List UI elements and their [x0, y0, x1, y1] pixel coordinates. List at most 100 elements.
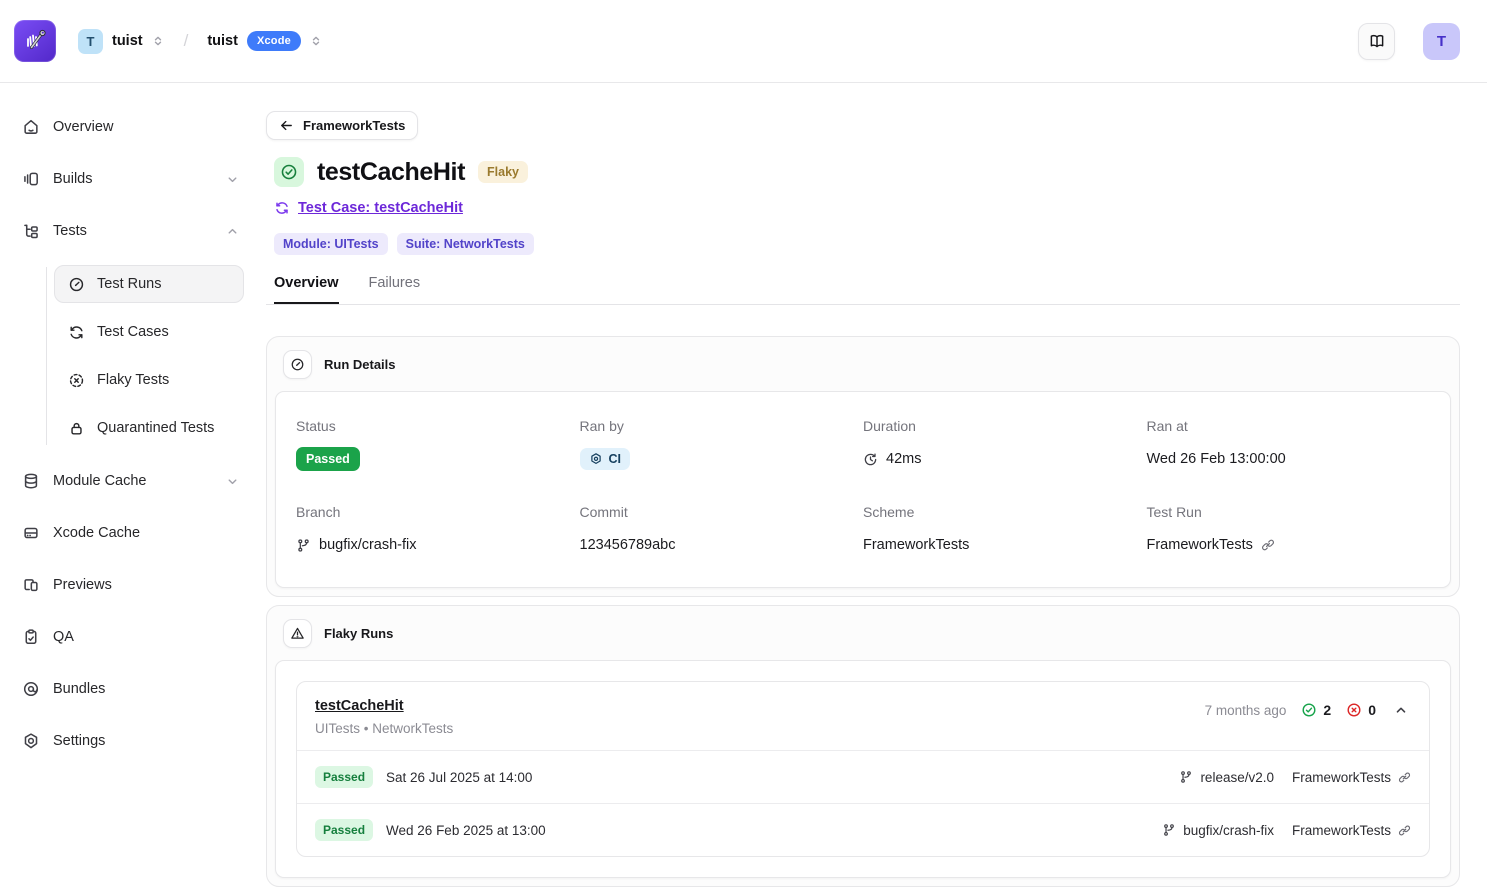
git-branch-icon [1162, 823, 1176, 837]
sidebar-item-qa[interactable]: QA [22, 619, 244, 655]
sidebar-item-label: Tests [53, 223, 87, 239]
failed-count: 0 [1346, 702, 1376, 718]
sidebar-item-flaky-tests[interactable]: Flaky Tests [54, 361, 244, 399]
chevron-down-icon [225, 474, 244, 489]
title-row: testCacheHit Flaky [266, 157, 1460, 187]
main-content: FrameworkTests testCacheHit Flaky Test C… [258, 83, 1487, 862]
sidebar-item-label: Overview [53, 119, 113, 135]
ran-by-badge: CI [580, 448, 631, 470]
sidebar-item-xcode-cache[interactable]: Xcode Cache [22, 515, 244, 551]
status-badge: Passed [315, 766, 373, 788]
time-ago: 7 months ago [1205, 703, 1287, 718]
book-icon [1368, 32, 1386, 50]
link-icon [1261, 538, 1275, 552]
docs-button[interactable] [1358, 23, 1395, 60]
collapse-chevron-icon[interactable] [1391, 700, 1411, 720]
sidebar-item-test-cases[interactable]: Test Cases [54, 313, 244, 351]
user-avatar[interactable]: T [1423, 23, 1460, 60]
bundle-icon [22, 680, 40, 698]
database-icon [22, 472, 40, 490]
sidebar-item-label: Builds [53, 171, 93, 187]
project-name[interactable]: tuist [207, 33, 238, 49]
arrow-left-icon [279, 118, 294, 133]
sidebar-item-test-runs[interactable]: Test Runs [54, 265, 244, 303]
warning-icon [283, 619, 312, 648]
clipboard-icon [22, 628, 40, 646]
flaky-badge: Flaky [478, 161, 528, 183]
account-selector-icon[interactable] [151, 34, 165, 48]
project-selector-icon[interactable] [309, 34, 323, 48]
check-circle-icon [1301, 702, 1317, 718]
meta-badges: Module: UITests Suite: NetworkTests [266, 233, 1460, 255]
sidebar-item-previews[interactable]: Previews [22, 567, 244, 603]
field-branch: Branch bugfix/crash-fix [296, 504, 580, 557]
tab-overview[interactable]: Overview [274, 275, 339, 304]
status-badge: Passed [315, 819, 373, 841]
chevron-down-icon [225, 172, 244, 187]
sidebar-item-label: Test Cases [97, 324, 169, 340]
sidebar-item-label: Test Runs [97, 276, 161, 292]
sidebar-item-settings[interactable]: Settings [22, 723, 244, 759]
module-badge: Module: UITests [274, 233, 388, 255]
flaky-group-title[interactable]: testCacheHit [315, 698, 453, 714]
run-details-icon [283, 350, 312, 379]
drive-icon [22, 524, 40, 542]
field-ran-at: Ran at Wed 26 Feb 13:00:00 [1147, 418, 1431, 471]
sidebar-item-label: Settings [53, 733, 105, 749]
tab-failures[interactable]: Failures [369, 275, 421, 304]
sidebar-item-builds[interactable]: Builds [22, 161, 244, 197]
flaky-run-row[interactable]: Passed Wed 26 Feb 2025 at 13:00 bugfix/c… [297, 803, 1429, 856]
tests-subgroup: Test Runs Test Cases Flaky Tests [38, 265, 244, 447]
flaky-runs-section: Flaky Runs testCacheHit UITests • Networ… [266, 605, 1460, 887]
account-chip[interactable]: T [78, 29, 103, 54]
builds-icon [22, 170, 40, 188]
field-duration: Duration 42ms [863, 418, 1147, 471]
test-case-icon [274, 200, 290, 216]
field-status: Status Passed [296, 418, 580, 471]
page-title: testCacheHit [317, 158, 465, 187]
run-date: Sat 26 Jul 2025 at 14:00 [386, 770, 532, 785]
sidebar-item-quarantined-tests[interactable]: Quarantined Tests [54, 409, 244, 447]
back-button-label: FrameworkTests [303, 118, 405, 133]
sidebar-item-label: Bundles [53, 681, 105, 697]
sidebar-item-tests[interactable]: Tests [22, 213, 244, 249]
git-branch-icon [1179, 770, 1193, 784]
sidebar-item-label: Xcode Cache [53, 525, 140, 541]
flaky-group-subtitle: UITests • NetworkTests [315, 721, 453, 736]
sidebar-item-label: Quarantined Tests [97, 420, 214, 436]
sidebar-item-label: Flaky Tests [97, 372, 169, 388]
sidebar-item-label: Module Cache [53, 473, 147, 489]
test-case-link-label: Test Case: testCacheHit [298, 200, 463, 216]
account-name[interactable]: tuist [112, 33, 143, 49]
passed-check-icon [274, 157, 304, 187]
suite-badge: Suite: NetworkTests [397, 233, 534, 255]
back-button[interactable]: FrameworkTests [266, 111, 418, 140]
test-run-link[interactable]: FrameworkTests [1147, 533, 1431, 557]
section-title: Flaky Runs [324, 626, 393, 641]
subgroup-rail [46, 267, 47, 445]
breadcrumb: T tuist / tuist Xcode [78, 29, 323, 54]
run-date: Wed 26 Feb 2025 at 13:00 [386, 823, 546, 838]
flaky-icon [68, 372, 85, 389]
sidebar-item-overview[interactable]: Overview [22, 109, 244, 145]
field-ran-by: Ran by CI [580, 418, 864, 471]
lock-icon [68, 420, 85, 437]
home-icon [22, 118, 40, 136]
x-circle-icon [1346, 702, 1362, 718]
link-icon [1398, 824, 1411, 837]
field-test-run: Test Run FrameworkTests [1147, 504, 1431, 557]
project-type-badge: Xcode [247, 31, 301, 51]
test-case-link[interactable]: Test Case: testCacheHit [266, 200, 463, 216]
status-badge: Passed [296, 447, 360, 471]
sidebar-item-module-cache[interactable]: Module Cache [22, 463, 244, 499]
tests-icon [22, 222, 40, 240]
link-icon [1398, 771, 1411, 784]
tuist-logo-icon[interactable] [14, 20, 56, 62]
flaky-run-row[interactable]: Passed Sat 26 Jul 2025 at 14:00 release/… [297, 750, 1429, 803]
run-link[interactable]: FrameworkTests [1292, 770, 1411, 785]
run-branch: release/v2.0 [1179, 770, 1274, 785]
devices-icon [22, 576, 40, 594]
sidebar-item-bundles[interactable]: Bundles [22, 671, 244, 707]
ci-hexagon-icon [589, 452, 603, 466]
run-link[interactable]: FrameworkTests [1292, 823, 1411, 838]
